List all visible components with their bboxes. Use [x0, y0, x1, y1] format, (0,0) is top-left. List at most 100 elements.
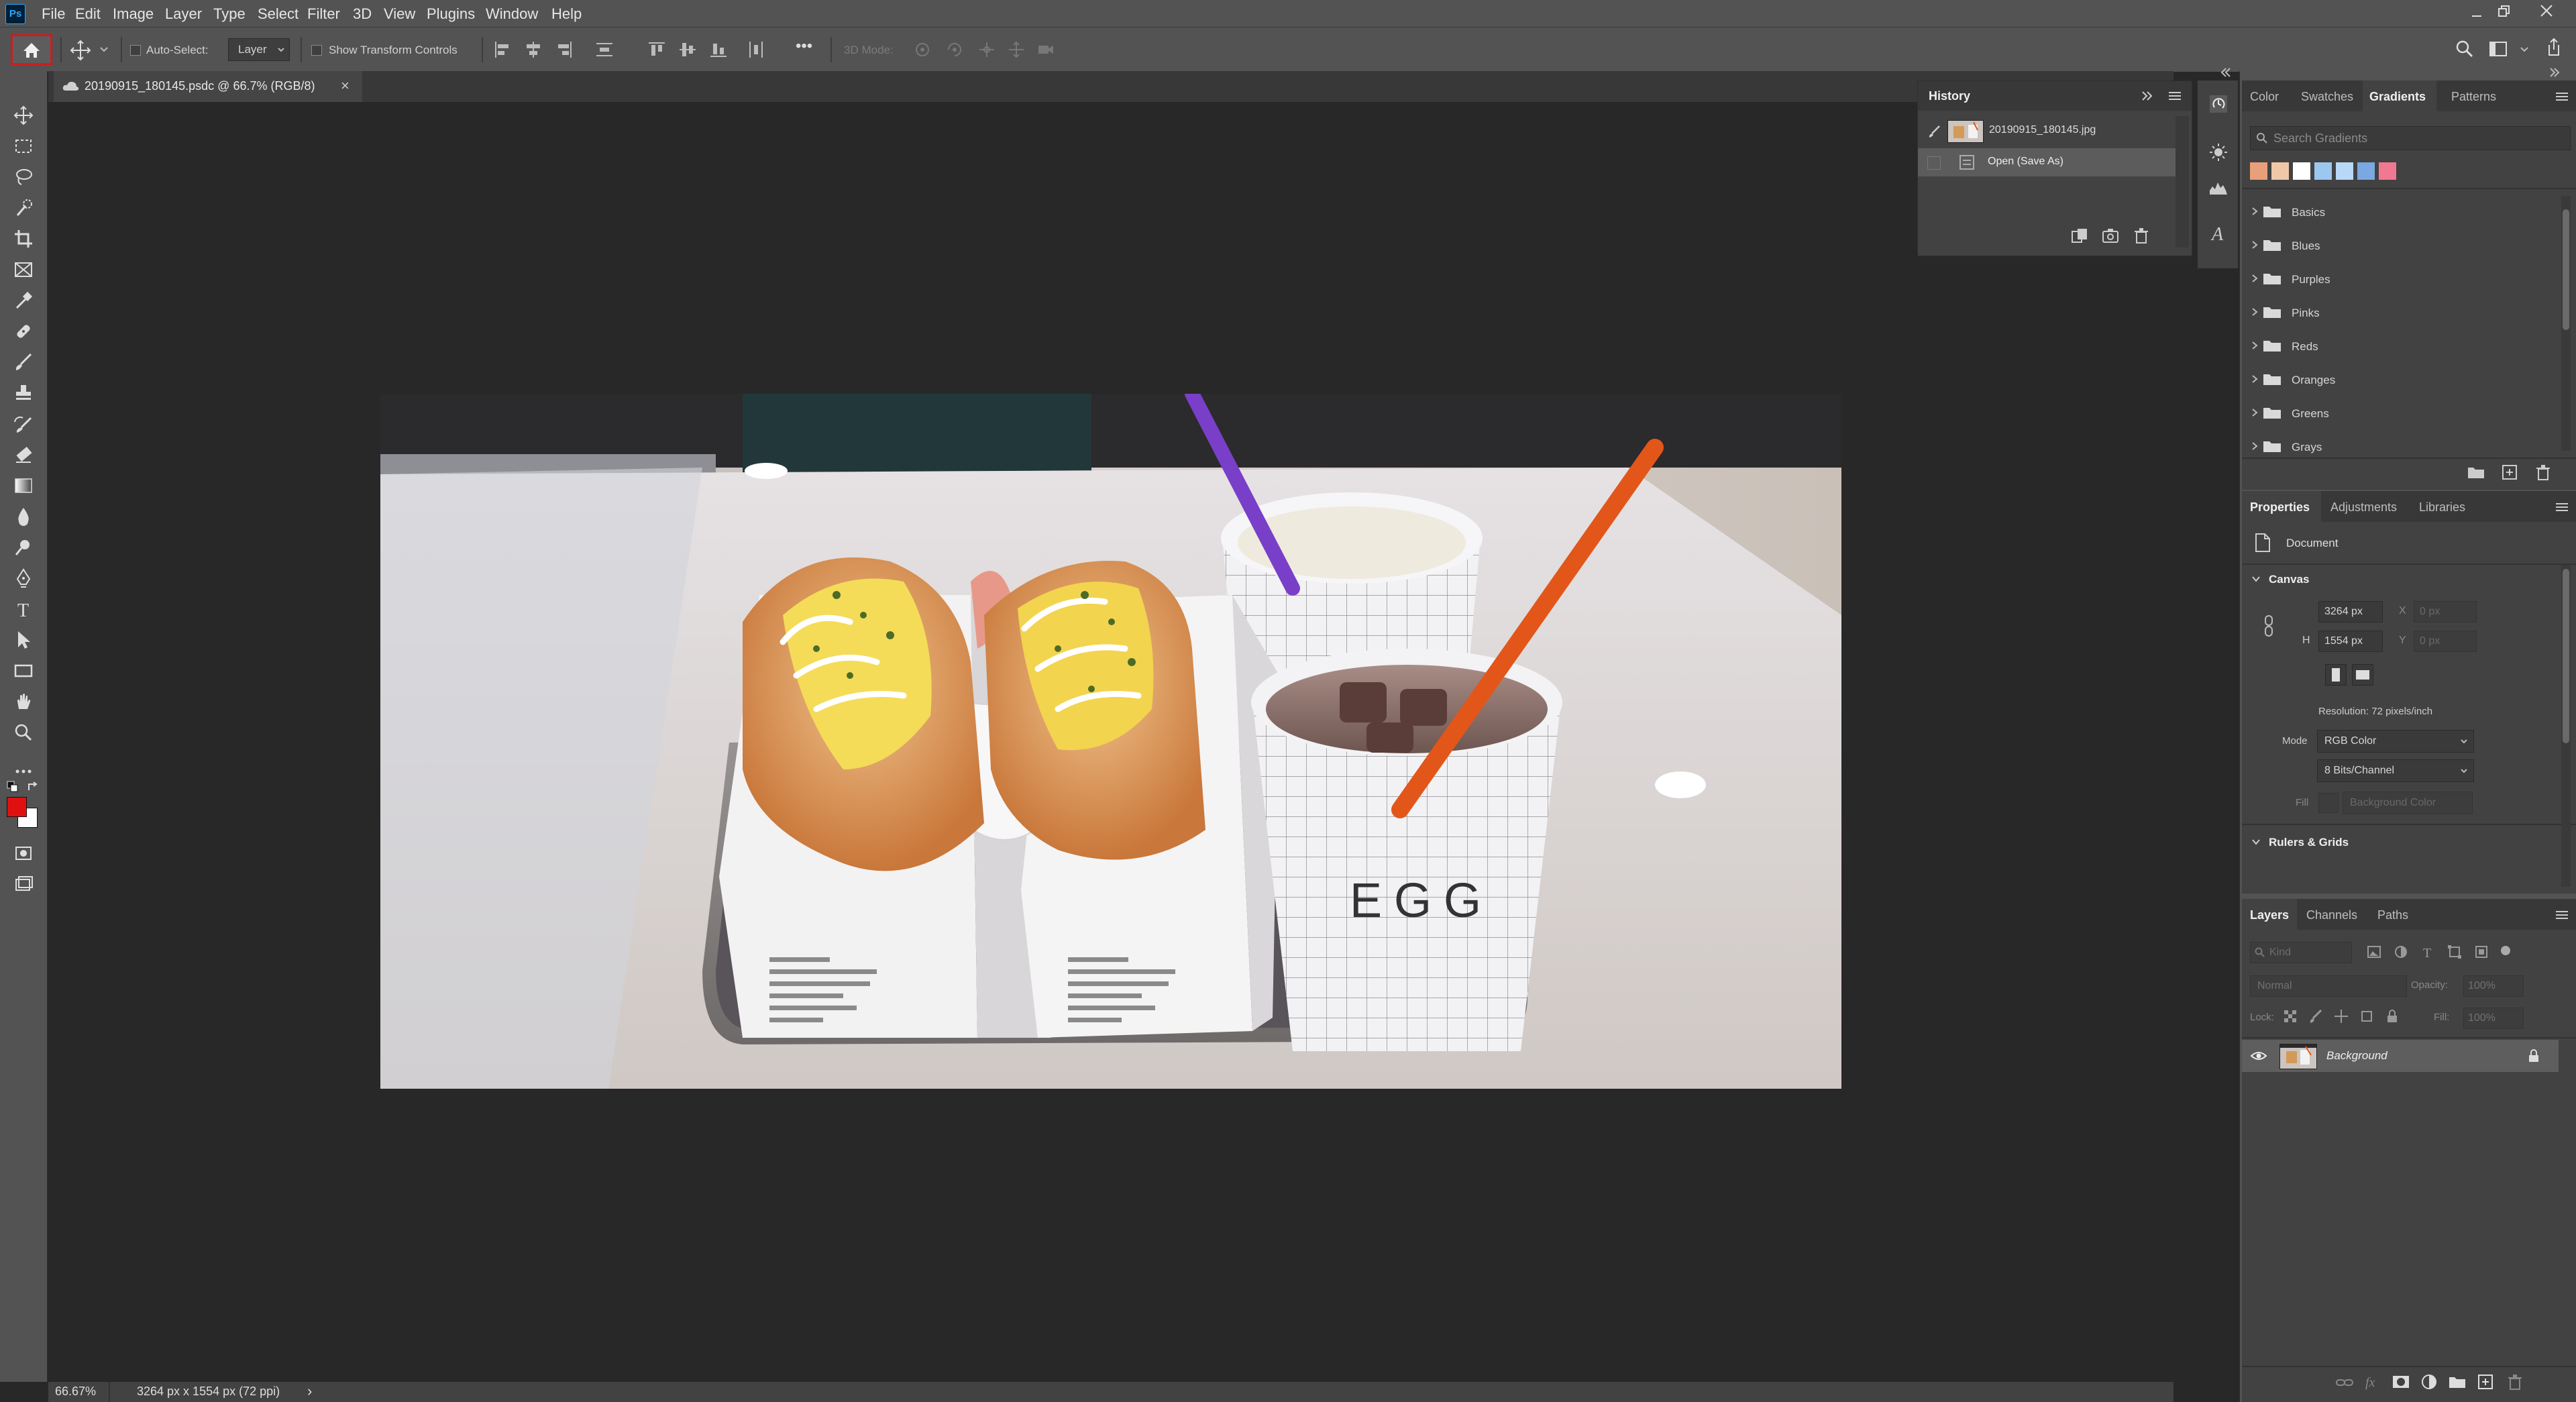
- lock-image-pixels-icon[interactable]: [2308, 1008, 2324, 1025]
- gradient-swatch[interactable]: [2336, 162, 2353, 180]
- width-field[interactable]: 3264 px: [2318, 601, 2383, 623]
- gradient-swatch[interactable]: [2357, 162, 2375, 180]
- healing-brush-tool-icon[interactable]: [10, 318, 37, 345]
- 3d-slide-icon[interactable]: [1006, 40, 1026, 60]
- folder-purples[interactable]: Purples: [2242, 263, 2557, 294]
- filter-adjustment-icon[interactable]: [2392, 943, 2410, 961]
- foreground-color-swatch[interactable]: [7, 797, 27, 817]
- fill-field[interactable]: 100%: [2463, 1008, 2524, 1029]
- fx-icon[interactable]: fx: [2363, 1372, 2383, 1391]
- new-layer-icon[interactable]: [2475, 1372, 2496, 1391]
- menu-help[interactable]: Help: [551, 5, 582, 23]
- histogram-icon[interactable]: [2208, 177, 2229, 197]
- close-tab-button[interactable]: ×: [341, 77, 350, 95]
- align-middle-v-icon[interactable]: [678, 40, 698, 60]
- filter-shape-icon[interactable]: [2446, 943, 2463, 961]
- quick-select-tool-icon[interactable]: [10, 195, 37, 221]
- auto-select-dropdown[interactable]: Layer: [228, 38, 290, 61]
- menu-window[interactable]: Window: [486, 5, 538, 23]
- panel-menu-icon[interactable]: [2555, 502, 2569, 513]
- blend-mode-dropdown[interactable]: Normal: [2250, 975, 2407, 997]
- folder-basics[interactable]: Basics: [2242, 196, 2557, 227]
- align-top-icon[interactable]: [647, 40, 667, 60]
- portrait-orientation-button[interactable]: [2325, 664, 2347, 686]
- folder-greens[interactable]: Greens: [2242, 397, 2557, 428]
- swap-colors-icon[interactable]: [27, 781, 39, 793]
- pen-tool-icon[interactable]: [10, 565, 37, 592]
- 3d-orbit-icon[interactable]: [912, 40, 932, 60]
- fill-dropdown[interactable]: Background Color: [2343, 792, 2473, 814]
- history-scrollbar[interactable]: [2176, 116, 2189, 248]
- layer-row-background[interactable]: Background: [2242, 1040, 2559, 1072]
- panel-menu-icon[interactable]: [2167, 91, 2182, 101]
- move-tool-icon[interactable]: [10, 102, 37, 129]
- gradient-swatch[interactable]: [2379, 162, 2396, 180]
- chevron-down-icon[interactable]: [99, 46, 109, 53]
- lock-position-icon[interactable]: [2333, 1008, 2349, 1025]
- new-group-folder-icon[interactable]: [2447, 1372, 2467, 1391]
- workspace-icon[interactable]: [2487, 38, 2509, 60]
- screen-mode-icon[interactable]: [10, 871, 37, 898]
- default-colors-icon[interactable]: [7, 781, 19, 793]
- link-icon[interactable]: [2262, 614, 2275, 637]
- rectangle-tool-icon[interactable]: [10, 657, 37, 684]
- collapse-panel-icon[interactable]: [2141, 91, 2154, 101]
- menu-plugins[interactable]: Plugins: [427, 5, 475, 23]
- blur-tool-icon[interactable]: [10, 503, 37, 530]
- trash-icon[interactable]: [2505, 1372, 2525, 1391]
- align-center-h-icon[interactable]: [523, 40, 543, 60]
- expand-dock-icon[interactable]: [2549, 67, 2563, 78]
- gradients-scrollbar[interactable]: [2561, 196, 2571, 451]
- properties-scrollbar[interactable]: [2561, 565, 2571, 887]
- trash-icon[interactable]: [2131, 226, 2151, 245]
- status-menu-arrow[interactable]: ›: [307, 1383, 312, 1400]
- filter-type-icon[interactable]: T: [2419, 943, 2436, 961]
- hand-tool-icon[interactable]: [10, 688, 37, 715]
- align-right-icon[interactable]: [554, 40, 574, 60]
- gradient-tool-icon[interactable]: [10, 472, 37, 499]
- layer-name[interactable]: Background: [2326, 1049, 2387, 1063]
- tab-paths[interactable]: Paths: [2377, 908, 2408, 922]
- menu-layer[interactable]: Layer: [165, 5, 202, 23]
- path-select-tool-icon[interactable]: [10, 627, 37, 653]
- share-icon[interactable]: [2542, 37, 2564, 58]
- lock-icon[interactable]: [2526, 1048, 2541, 1064]
- chevron-down-icon[interactable]: [2251, 576, 2261, 584]
- more-options-button[interactable]: •••: [796, 37, 812, 56]
- canvas-section-title[interactable]: Canvas: [2269, 573, 2309, 586]
- color-mode-dropdown[interactable]: RGB Color: [2317, 730, 2474, 753]
- minimize-icon[interactable]: [2470, 7, 2483, 20]
- panel-menu-icon[interactable]: [2555, 910, 2569, 920]
- history-brush-source-icon[interactable]: [1927, 124, 1942, 139]
- tab-swatches[interactable]: Swatches: [2301, 90, 2353, 104]
- new-group-folder-icon[interactable]: [2466, 463, 2486, 482]
- lock-artboard-icon[interactable]: [2359, 1008, 2375, 1025]
- transform-controls-checkbox[interactable]: [311, 45, 322, 56]
- 3d-camera-icon[interactable]: [1036, 40, 1056, 60]
- filter-smart-object-icon[interactable]: [2473, 943, 2490, 961]
- tab-properties[interactable]: Properties: [2250, 500, 2310, 515]
- home-button[interactable]: [11, 34, 52, 65]
- link-layers-icon[interactable]: [2334, 1374, 2355, 1391]
- dodge-tool-icon[interactable]: [10, 534, 37, 561]
- gradient-swatch[interactable]: [2271, 162, 2289, 180]
- adjustment-layer-icon[interactable]: [2419, 1372, 2439, 1391]
- lasso-tool-icon[interactable]: [10, 164, 37, 191]
- scroll-thumb[interactable]: [2563, 209, 2569, 330]
- restore-icon[interactable]: [2497, 4, 2512, 19]
- brush-tool-icon[interactable]: [10, 349, 37, 376]
- zoom-level[interactable]: 66.67%: [55, 1385, 96, 1399]
- tab-adjustments[interactable]: Adjustments: [2330, 500, 2397, 515]
- folder-pinks[interactable]: Pinks: [2242, 296, 2557, 327]
- gradient-swatch[interactable]: [2293, 162, 2310, 180]
- fill-swatch[interactable]: [2318, 793, 2339, 813]
- type-tool-icon[interactable]: T: [10, 596, 37, 623]
- glyphs-icon[interactable]: A: [2208, 223, 2229, 243]
- search-icon[interactable]: [2454, 38, 2475, 60]
- adjustments-sun-icon[interactable]: [2208, 142, 2229, 162]
- close-window-icon[interactable]: [2538, 3, 2555, 19]
- menu-type[interactable]: Type: [213, 5, 246, 23]
- landscape-orientation-button[interactable]: [2352, 664, 2373, 686]
- tab-color[interactable]: Color: [2250, 90, 2279, 104]
- history-brush-tool-icon[interactable]: [10, 411, 37, 437]
